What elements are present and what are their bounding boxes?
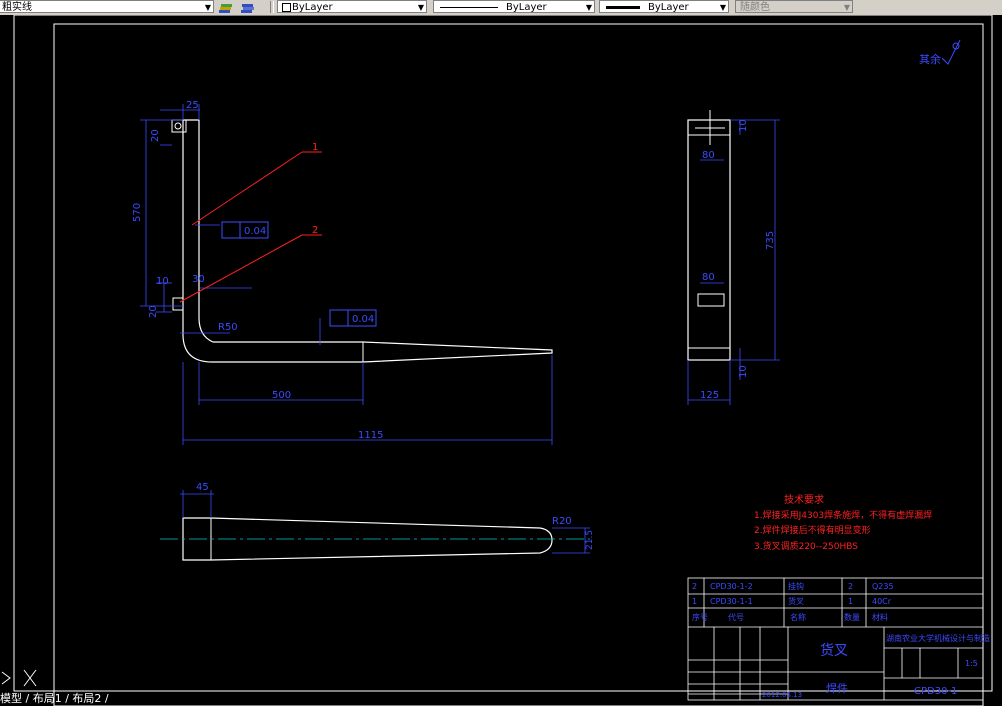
dim-1115: 1115 xyxy=(358,430,383,441)
surface-finish-label: 其余 xyxy=(919,52,941,66)
tolerance-frame-1: 0.04 xyxy=(244,226,266,237)
tab-model[interactable]: 模型 xyxy=(0,692,22,705)
dim-r20: R20 xyxy=(552,516,572,527)
linetype-name: 粗实线 xyxy=(2,2,32,13)
layer-previous-icon[interactable] xyxy=(240,0,256,14)
lineweight-label: ByLayer xyxy=(648,2,689,13)
requirements-line-1: 1.焊接采用J4303焊条施焊，不得有虚焊漏焊 xyxy=(754,509,932,521)
properties-toolbar: 粗实线 ▼ ByLayer ▼ ByLayer ▼ ByLayer ▼ 随颜色 … xyxy=(0,0,1002,16)
lineweight-preview xyxy=(606,6,640,9)
chevron-down-icon[interactable]: ▼ xyxy=(205,1,211,12)
ucs-icon xyxy=(1,669,37,687)
bom-qty1: 2 xyxy=(848,582,853,591)
chevron-down-icon[interactable]: ▼ xyxy=(418,1,424,12)
school-name: 湖南农业大学机械设计与制造 xyxy=(886,633,990,643)
dim-45: 45 xyxy=(196,482,209,493)
bom-mat1: Q235 xyxy=(872,582,894,591)
linetype-bylayer-dropdown[interactable]: ByLayer ▼ xyxy=(433,0,595,13)
hdr-code: 代号 xyxy=(728,612,744,622)
tolerance-frame-2: 0.04 xyxy=(352,314,374,325)
dim-80-top: 80 xyxy=(702,150,715,161)
front-view: 25 20 570 10 30 20 R50 500 1115 0.04 0.0… xyxy=(132,100,553,445)
chevron-down-icon[interactable]: ▼ xyxy=(720,1,726,12)
hdr-mat: 材料 xyxy=(872,612,888,622)
tab-layout1[interactable]: 布局1 xyxy=(33,692,62,705)
part-name: 货叉 xyxy=(820,642,848,659)
dim-20-bottom: 20 xyxy=(148,305,159,318)
linetype-preview xyxy=(440,7,498,8)
surface-finish-symbol: 其余 xyxy=(919,39,961,66)
dim-570: 570 xyxy=(132,203,143,222)
material: 焊件 xyxy=(826,681,848,695)
chevron-down-icon[interactable]: ▼ xyxy=(586,1,592,12)
linetype-control-dropdown[interactable]: 粗实线 ▼ xyxy=(0,0,214,13)
side-view: 80 80 10 735 10 125 xyxy=(687,110,780,405)
layer-states-icon[interactable] xyxy=(218,0,234,14)
leader-1: 1 xyxy=(312,142,318,153)
bom-row1-no: 2 xyxy=(692,582,697,591)
dim-10-top: 10 xyxy=(738,119,749,132)
requirements-title: 技术要求 xyxy=(784,493,824,506)
color-label: ByLayer xyxy=(292,2,333,13)
dim-right: 21.5 xyxy=(585,530,595,550)
hdr-no: 序号 xyxy=(692,612,708,622)
dim-500: 500 xyxy=(272,390,291,401)
bom-row1-name: 挂钩 xyxy=(788,581,804,591)
cad-drawing: 其余 25 20 570 10 30 20 R50 500 1115 0.04 … xyxy=(1,15,993,706)
tab-divider: / xyxy=(61,692,73,705)
requirements-line-3: 3.货叉调质220--250HBS xyxy=(754,540,858,552)
tab-divider: / xyxy=(101,692,109,705)
toolbar-divider xyxy=(270,1,274,13)
dim-735: 735 xyxy=(765,231,776,250)
plot-style-dropdown[interactable]: 随颜色 ▼ xyxy=(735,0,853,13)
drawing-frame xyxy=(53,23,984,706)
bom-row2-name: 货叉 xyxy=(788,596,804,606)
title-block-text: 2 1 CPD30-1-2 CPD30-1-1 挂钩 货叉 2 1 Q235 4… xyxy=(692,581,990,699)
dim-25: 25 xyxy=(186,100,199,111)
bom-row2-no: 1 xyxy=(692,597,697,606)
dim-30: 30 xyxy=(192,274,205,285)
lineweight-dropdown[interactable]: ByLayer ▼ xyxy=(599,0,729,13)
dim-20-top: 20 xyxy=(150,129,161,142)
dim-r50: R50 xyxy=(218,322,238,333)
drawing-date: 2012.05.13 xyxy=(762,691,802,699)
layout-tabs: 模型 / 布局1 / 布局2 / xyxy=(0,692,200,706)
tab-divider: / xyxy=(22,692,33,705)
plot-style-label: 随颜色 xyxy=(740,2,770,13)
hdr-qty: 数量 xyxy=(844,612,860,622)
bom-row1-code: CPD30-1-2 xyxy=(710,582,753,591)
tab-layout2[interactable]: 布局2 xyxy=(72,692,101,705)
chevron-down-icon[interactable]: ▼ xyxy=(844,1,850,12)
dim-10-bottom: 10 xyxy=(738,365,749,378)
scale: 1:5 xyxy=(965,659,978,668)
drawing-canvas[interactable]: 其余 25 20 570 10 30 20 R50 500 1115 0.04 … xyxy=(0,15,1002,706)
requirements-line-2: 2.焊件焊接后不得有明显变形 xyxy=(754,524,871,536)
top-view: 45 R20 21.5 xyxy=(160,482,595,561)
bom-row2-code: CPD30-1-1 xyxy=(710,597,753,606)
color-swatch-icon xyxy=(282,3,291,12)
bom-mat2: 40Cr xyxy=(872,597,892,606)
drawing-number: CPD30-1 xyxy=(914,686,957,697)
leader-2: 2 xyxy=(312,225,318,236)
dim-10: 10 xyxy=(156,276,169,287)
technical-requirements: 技术要求 1.焊接采用J4303焊条施焊，不得有虚焊漏焊 2.焊件焊接后不得有明… xyxy=(754,493,932,552)
linetype-label: ByLayer xyxy=(506,2,547,13)
dim-80-mid: 80 xyxy=(702,272,715,283)
color-control-dropdown[interactable]: ByLayer ▼ xyxy=(277,0,427,13)
paper-boundary xyxy=(13,15,993,692)
bom-qty2: 1 xyxy=(848,597,853,606)
dim-125: 125 xyxy=(700,390,719,401)
hdr-name: 名称 xyxy=(790,612,806,622)
